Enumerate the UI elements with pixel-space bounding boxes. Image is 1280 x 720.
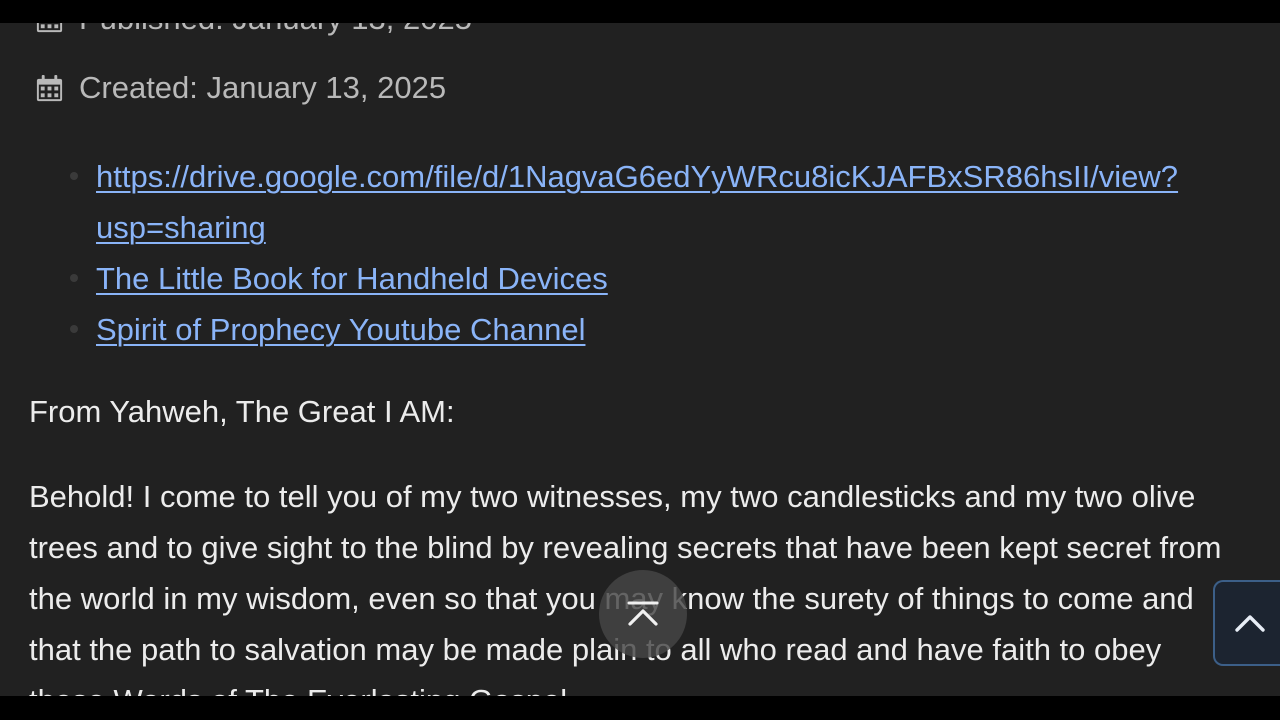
- back-to-top-tab[interactable]: [1213, 580, 1280, 666]
- list-item: https://drive.google.com/file/d/1NagvaG6…: [70, 151, 1280, 253]
- created-date: Created: January 13, 2025: [34, 70, 446, 106]
- bullet-icon: [70, 172, 78, 180]
- bottom-letterbox: [0, 696, 1280, 720]
- scroll-to-top-button[interactable]: [599, 570, 687, 658]
- top-letterbox: [0, 0, 1280, 23]
- youtube-channel-link[interactable]: Spirit of Prophecy Youtube Channel: [96, 312, 585, 347]
- drive-link-line2[interactable]: usp=sharing: [96, 202, 1280, 253]
- drive-link[interactable]: https://drive.google.com/file/d/1NagvaG6…: [96, 151, 1280, 253]
- calendar-icon: [36, 74, 63, 101]
- created-label: Created: January 13, 2025: [79, 70, 447, 105]
- list-item: The Little Book for Handheld Devices: [70, 253, 1280, 304]
- page-viewport[interactable]: Published: January 13, 2025 Created: Jan…: [0, 23, 1280, 696]
- published-date: Published: January 13, 2025: [34, 23, 472, 37]
- chevron-up-icon: [1235, 615, 1265, 632]
- salutation-text: From Yahweh, The Great I AM:: [29, 394, 455, 429]
- little-book-link[interactable]: The Little Book for Handheld Devices: [96, 261, 608, 296]
- bullet-icon: [70, 325, 78, 333]
- double-chevron-up-icon: [627, 601, 659, 626]
- published-label: Published: January 13, 2025: [79, 23, 472, 37]
- bullet-icon: [70, 274, 78, 282]
- calendar-icon: [36, 23, 63, 32]
- drive-link-line1[interactable]: https://drive.google.com/file/d/1NagvaG6…: [96, 151, 1280, 202]
- resource-links-list: https://drive.google.com/file/d/1NagvaG6…: [70, 151, 1280, 355]
- list-item: Spirit of Prophecy Youtube Channel: [70, 304, 1280, 355]
